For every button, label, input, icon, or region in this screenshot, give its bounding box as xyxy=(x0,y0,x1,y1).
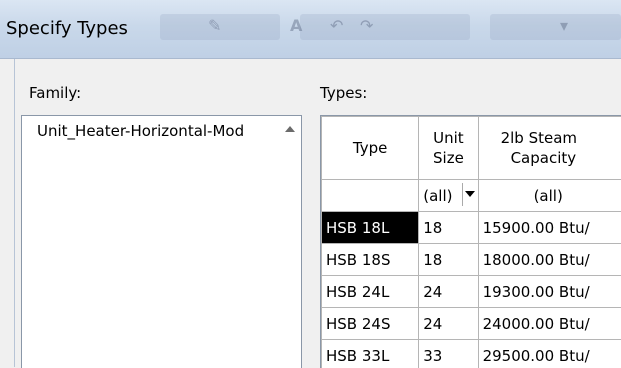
dropdown-icon: ▾ xyxy=(560,16,568,35)
capacity-cell[interactable]: 15900.00 Btu/ xyxy=(478,212,621,244)
table-row[interactable]: HSB 33L 33 29500.00 Btu/ xyxy=(322,340,621,368)
type-cell[interactable]: HSB 18S xyxy=(322,244,419,276)
redo-icon: ↷ xyxy=(360,16,373,35)
unit-size-cell[interactable]: 18 xyxy=(419,212,478,244)
type-cell[interactable]: HSB 24S xyxy=(322,308,419,340)
table-row[interactable]: HSB 18S 18 18000.00 Btu/ xyxy=(322,244,621,276)
filter-dropdown-capacity[interactable]: (all) xyxy=(478,180,621,212)
undo-icon: ↶ xyxy=(330,16,343,35)
filter-cell-type xyxy=(322,180,419,212)
type-cell[interactable]: HSB 24L xyxy=(322,276,419,308)
title-bar: ✎ A ↶ ↷ ▾ Specify Types xyxy=(0,0,621,59)
table-row[interactable]: HSB 18L 18 15900.00 Btu/ xyxy=(322,212,621,244)
unit-size-cell[interactable]: 24 xyxy=(419,308,478,340)
table-row[interactable]: HSB 24S 24 24000.00 Btu/ xyxy=(322,308,621,340)
filter-dropdown-unit-size[interactable]: (all) xyxy=(419,180,478,212)
type-cell[interactable]: HSB 18L xyxy=(322,212,419,244)
capacity-cell[interactable]: 19300.00 Btu/ xyxy=(478,276,621,308)
window-title: Specify Types xyxy=(6,18,128,39)
column-header-type[interactable]: Type xyxy=(322,117,419,180)
column-header-steam-capacity[interactable]: 2lb SteamCapacity xyxy=(478,117,621,180)
unit-size-cell[interactable]: 33 xyxy=(419,340,478,368)
type-cell[interactable]: HSB 33L xyxy=(322,340,419,368)
family-label: Family: xyxy=(29,84,81,102)
text-icon: A xyxy=(290,16,302,35)
blurred-toolbar-background xyxy=(300,14,470,40)
types-table: Type UnitSize 2lb SteamCapacity (all) (a… xyxy=(321,116,621,368)
unit-size-cell[interactable]: 24 xyxy=(419,276,478,308)
family-listbox[interactable]: Unit_Heater-Horizontal-Mod xyxy=(21,115,302,368)
blurred-toolbar-background xyxy=(490,14,621,40)
table-row[interactable]: HSB 24L 24 19300.00 Btu/ xyxy=(322,276,621,308)
family-list-item[interactable]: Unit_Heater-Horizontal-Mod xyxy=(37,122,244,140)
unit-size-cell[interactable]: 18 xyxy=(419,244,478,276)
brush-icon: ✎ xyxy=(208,16,221,35)
types-label: Types: xyxy=(320,84,367,102)
column-header-unit-size[interactable]: UnitSize xyxy=(419,117,478,180)
capacity-cell[interactable]: 18000.00 Btu/ xyxy=(478,244,621,276)
scroll-up-arrow-icon[interactable] xyxy=(285,126,295,132)
chevron-down-icon xyxy=(465,191,475,197)
capacity-cell[interactable]: 24000.00 Btu/ xyxy=(478,308,621,340)
capacity-cell[interactable]: 29500.00 Btu/ xyxy=(478,340,621,368)
types-grid[interactable]: Type UnitSize 2lb SteamCapacity (all) (a… xyxy=(320,115,621,368)
